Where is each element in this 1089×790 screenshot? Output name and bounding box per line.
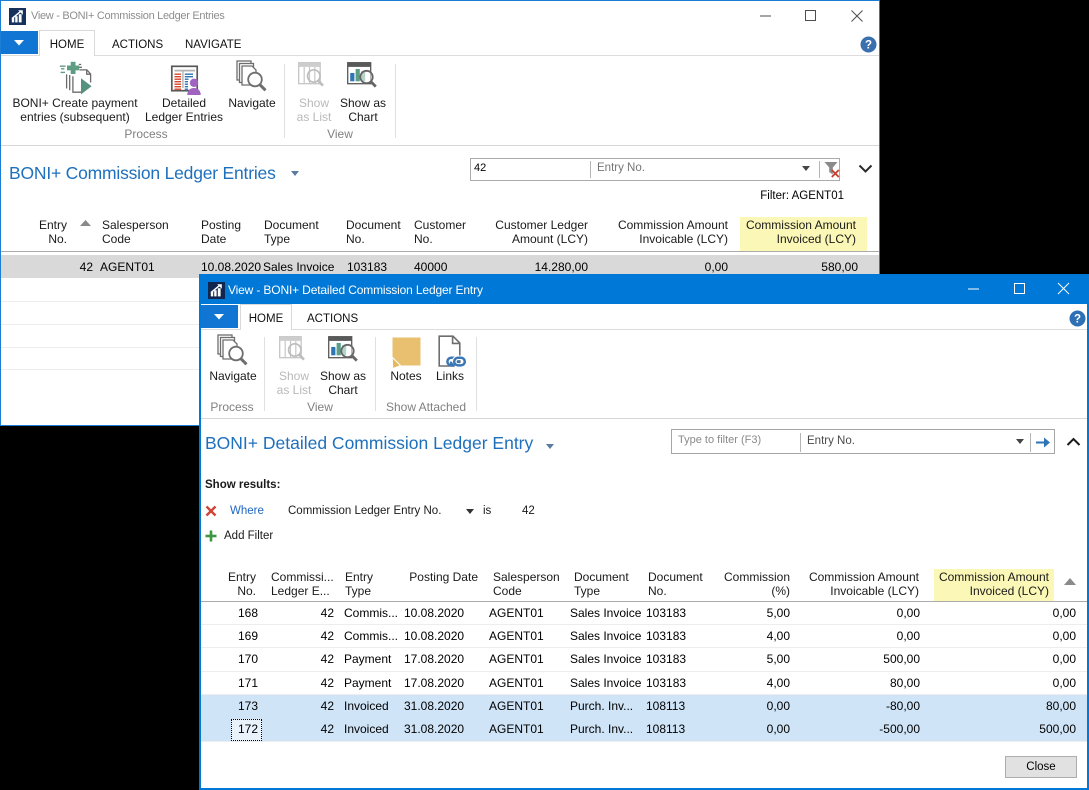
svg-text:?: ? bbox=[865, 40, 872, 52]
svg-text:?: ? bbox=[1074, 314, 1081, 326]
